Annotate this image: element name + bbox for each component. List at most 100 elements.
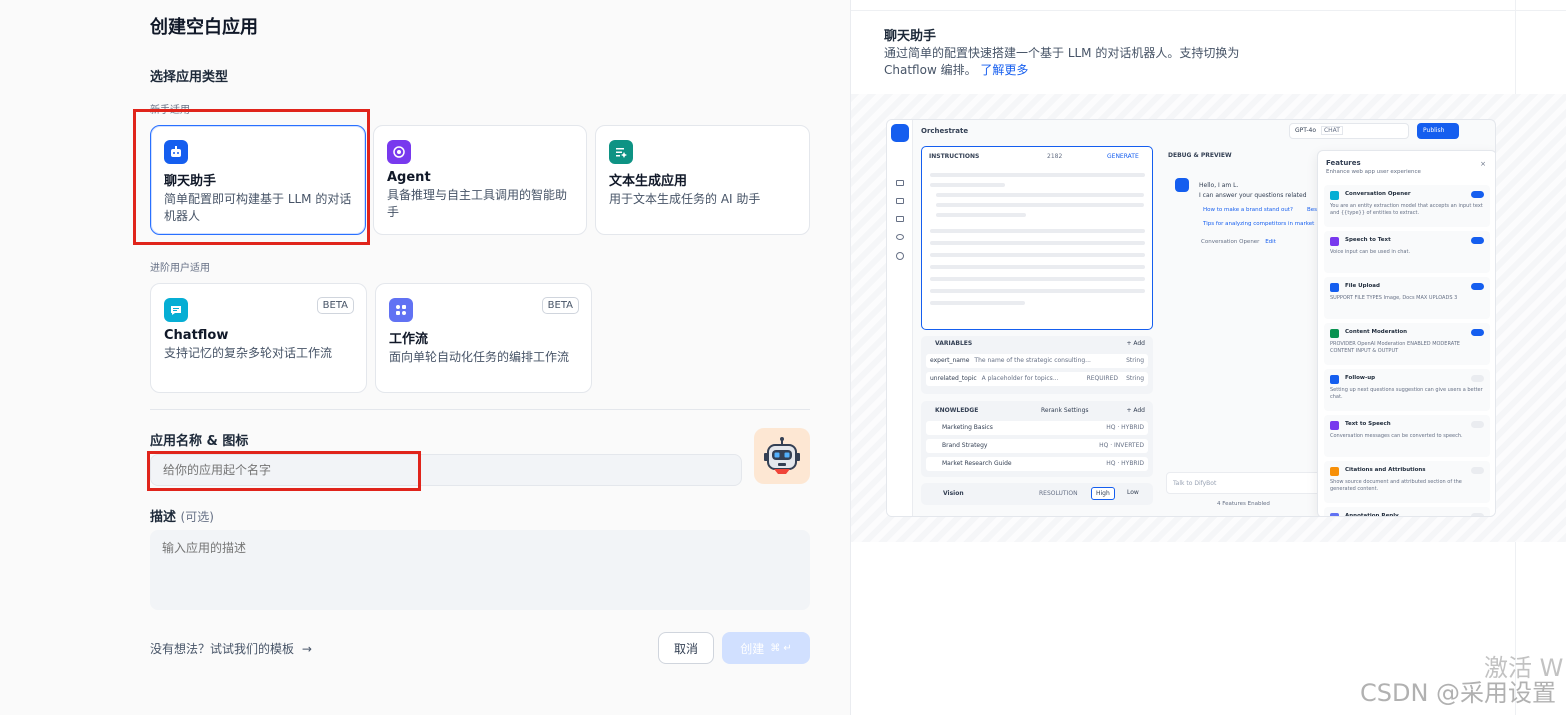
preview-nav-icon (896, 252, 904, 260)
preview-model-selector: GPT-4o CHAT (1289, 123, 1409, 139)
preview-feature-card: Follow-up Setting up next questions sugge… (1324, 369, 1490, 411)
preview-variable-row: expert_name The name of the strategic co… (926, 354, 1148, 368)
preview-feature-card: Text to Speech Conversation messages can … (1324, 415, 1490, 457)
create-button[interactable]: 创建 ⌘ ↵ (722, 632, 810, 664)
preview-knowledge-row: Brand Strategy HQ · INVERTED (926, 439, 1148, 453)
preview-feature-icon (1330, 467, 1339, 476)
preview-feature-card: Annotation Reply (1324, 507, 1490, 516)
preview-greeting: I can answer your questions related (1199, 192, 1307, 199)
preview-features-title: Features (1326, 159, 1361, 167)
app-type-card-chatflow[interactable]: BETA Chatflow 支持记忆的复杂多轮对话工作流 (150, 283, 367, 393)
preview-vision: Vision RESOLUTION High Low (921, 483, 1153, 505)
preview-model-name: GPT-4o (1295, 127, 1317, 134)
preview-variables: VARIABLES + Add expert_name The name of … (921, 336, 1153, 394)
preview-feature-toggle (1471, 421, 1484, 428)
preview-feature-toggle (1471, 283, 1484, 290)
preview-knowledge-name: Market Research Guide (942, 460, 1012, 467)
preview-feature-icon (1330, 191, 1339, 200)
app-type-desc: 用于文本生成任务的 AI 助手 (609, 192, 761, 206)
preview-knowledge-row: Market Research Guide HQ · HYBRID (926, 457, 1148, 471)
preview-nav-icon (896, 180, 904, 186)
preview-feature-icon (1330, 375, 1339, 384)
preview-variable-desc: A placeholder for topics... (981, 375, 1059, 382)
app-name-input[interactable] (150, 454, 742, 486)
preview-add-knowledge: + Add (1126, 407, 1145, 414)
preview-app-icon (891, 124, 909, 142)
cancel-button[interactable]: 取消 (658, 632, 714, 664)
preview-chat-input: Talk to DifyBot (1166, 472, 1326, 494)
preview-knowledge-tag: HQ · HYBRID (1106, 460, 1144, 467)
preview-high-option: High (1091, 487, 1115, 500)
template-link[interactable]: 没有想法？试试我们的模板 → (150, 640, 312, 657)
preview-suggestion: Bes (1307, 207, 1318, 213)
preview-feature-icon (1330, 513, 1339, 516)
preview-features-enabled: 4 Features Enabled (1217, 501, 1270, 507)
app-type-card-workflow[interactable]: BETA 工作流 面向单轮自动化任务的编排工作流 (375, 283, 592, 393)
preview-feature-icon (1330, 329, 1339, 338)
preview-knowledge-label: KNOWLEDGE (935, 407, 979, 414)
create-button-label: 创建 (740, 641, 765, 656)
preview-feature-toggle (1471, 329, 1484, 336)
preview-feature-card: Content Moderation PROVIDER OpenAI Modera… (1324, 323, 1490, 365)
preview-knowledge: KNOWLEDGE Rerank Settings + Add Marketin… (921, 401, 1153, 477)
app-type-name: Chatflow (164, 328, 229, 343)
preview-debug-label: DEBUG & PREVIEW (1168, 152, 1232, 159)
preview-feature-desc: You are an entity extraction model that … (1330, 203, 1483, 216)
app-type-card-agent[interactable]: Agent 具备推理与自主工具调用的智能助手 (373, 125, 587, 235)
arrow-right-icon: → (301, 642, 312, 656)
preview-add-variable: + Add (1126, 340, 1145, 347)
app-type-desc: 具备推理与自主工具调用的智能助手 (387, 188, 568, 219)
preview-feature-toggle (1471, 513, 1484, 516)
learn-more-link[interactable]: 了解更多 (980, 63, 1028, 77)
app-type-card-chatbot[interactable]: 聊天助手 简单配置即可构建基于 LLM 的对话机器人 (150, 125, 366, 235)
preview-variables-label: VARIABLES (935, 340, 973, 347)
preview-publish-button: Publish (1417, 123, 1459, 139)
preview-suggestion: Tips for analyzing competitors in market (1203, 221, 1315, 227)
create-app-panel: 创建空白应用 选择应用类型 新手适用 聊天助手 简单配置即可构建基于 LLM 的… (0, 0, 850, 715)
preview-variable-type: String (1126, 375, 1144, 382)
preview-feature-icon (1330, 421, 1339, 430)
preview-feature-name: Follow-up (1345, 375, 1376, 381)
divider (150, 409, 810, 410)
preview-feature-name: Citations and Attributions (1345, 467, 1426, 473)
app-type-desc: 支持记忆的复杂多轮对话工作流 (164, 346, 333, 360)
preview-feature-card: Speech to Text Voice input can be used in… (1324, 231, 1490, 273)
chatbot-icon (164, 140, 188, 164)
preview-variable-row: unrelated_topic A placeholder for topics… (926, 372, 1148, 386)
app-icon-picker[interactable] (754, 428, 810, 484)
description-input[interactable] (150, 530, 810, 610)
preview-nav-icon (896, 216, 904, 222)
preview-feature-desc: Show source document and attributed sect… (1330, 479, 1462, 492)
preview-feature-name: Text to Speech (1345, 421, 1391, 427)
app-type-card-text-generator[interactable]: 文本生成应用 用于文本生成任务的 AI 助手 (595, 125, 810, 235)
preview-feature-toggle (1471, 237, 1484, 244)
preview-greeting: Hello, I am L. (1199, 182, 1239, 189)
preview-nav-icon (896, 198, 904, 204)
enter-shortcut-icon: ⌘ ↵ (770, 642, 792, 654)
page-title: 创建空白应用 (150, 17, 258, 38)
preview-title: 聊天助手 (884, 29, 937, 44)
preview-nav-icon (896, 234, 904, 240)
preview-vision-label: Vision (943, 490, 964, 497)
app-type-name: Agent (387, 170, 431, 185)
preview-orchestrate-title: Orchestrate (921, 127, 969, 135)
preview-low-option: Low (1127, 489, 1139, 496)
preview-instructions-label: INSTRUCTIONS (929, 153, 980, 160)
preview-description: 通过简单的配置快速搭建一个基于 LLM 的对话机器人。支持切换为 Chatflo… (884, 45, 1254, 79)
beta-badge: BETA (316, 297, 354, 314)
preview-feature-card: File Upload SUPPORT FILE TYPES Image, Doc… (1324, 277, 1490, 319)
preview-feature-card: Conversation Opener You are an entity ext… (1324, 185, 1490, 227)
preview-features-panel: Features Enhance web app user experience… (1317, 150, 1495, 516)
app-name-label: 应用名称 & 图标 (150, 434, 249, 449)
preview-suggestion: How to make a brand stand out? (1203, 207, 1293, 213)
preview-feature-name: File Upload (1345, 283, 1380, 289)
grid-line (851, 10, 1566, 11)
template-link-text: 没有想法？试试我们的模板 (150, 642, 295, 656)
preview-bot-avatar (1175, 178, 1189, 192)
preview-description-text: 通过简单的配置快速搭建一个基于 LLM 的对话机器人。支持切换为 Chatflo… (884, 46, 1240, 77)
app-type-desc: 面向单轮自动化任务的编排工作流 (389, 350, 570, 364)
optional-hint: (可选) (180, 510, 214, 524)
robot-icon (764, 437, 800, 474)
app-type-desc: 简单配置即可构建基于 LLM 的对话机器人 (164, 192, 352, 223)
preview-knowledge-tag: HQ · INVERTED (1099, 442, 1144, 449)
